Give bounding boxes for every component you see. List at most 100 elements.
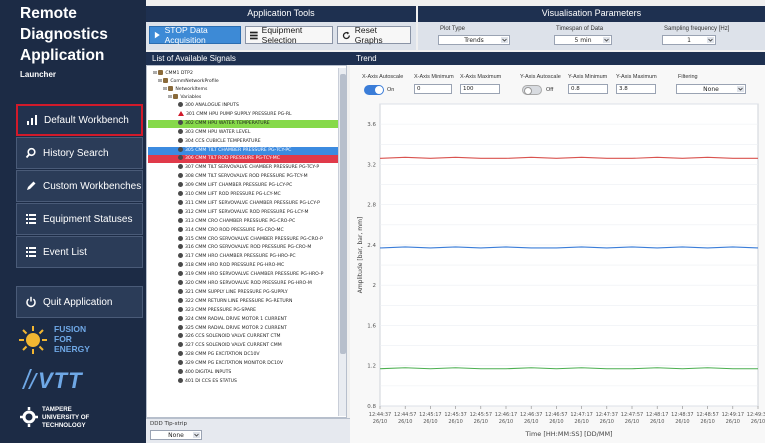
signal-list-item[interactable]: 309 CMM LIFT CHAMBER PRESSURE PG-LCY-PC <box>148 182 338 190</box>
sidebar: Remote Diagnostics Application Launcher … <box>0 0 146 443</box>
signal-list-item[interactable]: 319 CMM HRO SERVOVALVE CHAMBER PRESSURE … <box>148 271 338 279</box>
signal-list-item[interactable]: 315 CMM CRO SERVOVALVE CHAMBER PRESSURE … <box>148 235 338 244</box>
nav-default-workbench[interactable]: Default Workbench <box>16 104 143 136</box>
tree-folder-label: Variables <box>180 95 202 100</box>
signal-list-item[interactable]: 326 CCS SOLENOID VALVE CURRENT CTM <box>148 333 338 341</box>
signal-list-item[interactable]: 327 CCS SOLENOID VALVE CURRENT CMM <box>148 342 338 350</box>
tree-folder-label: CommNetworkProfile <box>170 79 219 84</box>
signal-label: 300 ANALOGUE INPUTS <box>185 103 239 108</box>
signal-status-icon <box>178 369 183 374</box>
x-tick-date-label: 26/10 <box>751 419 765 425</box>
signal-label: 304 CCS CUBICLE TEMPERATURE <box>185 138 261 144</box>
x-tick-date-label: 26/10 <box>373 419 387 425</box>
signal-list-item[interactable]: 314 CMM CRO ROD PRESSURE PG-CRO-MC <box>148 226 338 235</box>
timespan-select[interactable]: 5 min <box>554 35 612 45</box>
signal-list-item[interactable]: 324 CMM RADIAL DRIVE MOTOR 1 CURRENT <box>148 315 338 324</box>
stop-data-acquisition-button[interactable]: STOP Data Acquisition <box>149 25 241 45</box>
plot-type-label: Plot Type <box>440 26 465 32</box>
sampling-frequency-select[interactable]: 1 <box>662 35 716 45</box>
x-tick-time-label: 12:46:37 <box>520 412 542 418</box>
signal-list-item[interactable]: 313 CMM CRO CHAMBER PRESSURE PG-CRO-PC <box>148 217 338 226</box>
trend-chart[interactable]: 0.81.21.622.42.83.23.612:44:3726/1012:44… <box>350 98 765 443</box>
signal-list-item[interactable]: 302 CMM HPU WATER TEMPERATURE <box>148 119 338 128</box>
signal-list-item[interactable]: 400 DIGITAL INPUTS <box>148 369 338 377</box>
equipment-selection-button[interactable]: Equipment Selection <box>245 25 333 45</box>
signal-list-item[interactable]: 307 CMM TILT SERVOVALVE CHAMBER PRESSURE… <box>148 164 338 172</box>
nav-label: Default Workbench <box>44 114 129 126</box>
signal-status-icon <box>178 342 183 348</box>
signal-list-item[interactable]: 303 CMM HPU WATER LEVEL <box>148 128 338 137</box>
x-max-input[interactable]: 100 <box>460 84 500 94</box>
signal-list-item[interactable]: 306 CMM TILT ROD PRESSURE PG-TCY-MC <box>148 155 338 164</box>
filtering-label: Filtering <box>678 74 698 80</box>
signal-list-item[interactable]: 312 CMM LIFT SERVOVALVE ROD PRESSURE PG-… <box>148 208 338 217</box>
signals-tree: ⊟ CMM1 DTP2 ⊟ CommNetworkProfile ⊟ Network… <box>146 65 347 418</box>
signal-list-item[interactable]: 401 DI CCS ES STATUS <box>148 377 338 386</box>
signal-list-item[interactable]: 322 CMM RETURN LINE PRESSURE PG-RETURN <box>148 297 338 306</box>
y-max-input[interactable]: 3.8 <box>616 84 656 94</box>
nav-history-search[interactable]: History Search <box>16 137 143 169</box>
tree-folder-node[interactable]: ⊟ NetworkItems <box>163 86 207 94</box>
signals-scrollbar[interactable] <box>338 68 346 416</box>
y-min-input[interactable]: 0.8 <box>568 84 608 94</box>
signal-label: 313 CMM CRO CHAMBER PRESSURE PG-CRO-PC <box>185 218 296 224</box>
signal-status-icon <box>178 280 183 285</box>
nav-event-list[interactable]: Event List <box>16 236 143 268</box>
tampere-logo-line: TAMPERE <box>42 406 72 413</box>
trend-panel: X-Axis Autoscale On X-Axis Minimum 0 X-A… <box>350 65 765 443</box>
timespan-value: 5 min <box>574 36 592 44</box>
signal-label: 318 CMM HRO ROD PRESSURE PG-HRO-MC <box>185 263 285 269</box>
signal-list-item[interactable]: 304 CCS CUBICLE TEMPERATURE <box>148 137 338 146</box>
tip-strip-value: None <box>168 431 184 439</box>
warning-icon <box>178 110 184 116</box>
signal-list-item[interactable]: 308 CMM TILT SERVOVALVE ROD PRESSURE PG-… <box>148 173 338 181</box>
signal-list-item[interactable]: 321 CMM SUPPLY LINE PRESSURE PG-SUPPLY <box>148 288 338 297</box>
signal-list-item[interactable]: 305 CMM TILT CHAMBER PRESSURE PG-TCY-PC <box>148 146 338 155</box>
nav-label: History Search <box>43 147 109 159</box>
signal-list-item[interactable]: 301 CMM HPU PUMP SUPPLY PRESSURE PG-RL <box>148 110 338 119</box>
nav-custom-workbenches[interactable]: Custom Workbenches <box>16 170 143 202</box>
list-icon <box>19 213 43 225</box>
plot-type-select[interactable]: Trends <box>438 35 510 45</box>
tree-folder-node[interactable]: ⊟ CommNetworkProfile <box>158 78 219 86</box>
x-min-input[interactable]: 0 <box>414 84 452 94</box>
signal-list-item[interactable]: 329 CMM PG EXCITATION MONITOR DC10V <box>148 360 338 368</box>
signal-status-icon <box>178 244 183 250</box>
signal-label: 303 CMM HPU WATER LEVEL <box>185 129 251 135</box>
signal-list-item[interactable]: 317 CMM HRO CHAMBER PRESSURE PG-HRO-PC <box>148 253 338 261</box>
signal-list-item[interactable]: 325 CMM RADIAL DRIVE MOTOR 2 CURRENT <box>148 324 338 333</box>
quit-application-button[interactable]: Quit Application <box>16 286 143 318</box>
signal-status-icon <box>178 262 183 268</box>
y-tick-label: 1.6 <box>367 323 376 329</box>
tree-folder-node[interactable]: ⊟ CMM1 DTP2 <box>153 70 193 78</box>
x-tick-time-label: 12:47:57 <box>621 412 643 418</box>
nav-equipment-statuses[interactable]: Equipment Statuses <box>16 203 143 235</box>
signal-list-item[interactable]: 323 CMM PRESSURE PG-SPARE <box>148 306 338 315</box>
signal-label: 311 CMM LIFT SERVOVALVE CHAMBER PRESSURE… <box>185 200 320 206</box>
signal-status-icon <box>178 333 183 339</box>
signals-scrollbar-thumb[interactable] <box>340 74 346 354</box>
signal-label: 312 CMM LIFT SERVOVALVE ROD PRESSURE PG-… <box>185 209 309 215</box>
signal-label: 320 CMM HRO SERVOVALVE ROD PRESSURE PG-H… <box>185 281 312 286</box>
y-autoscale-toggle[interactable] <box>522 85 542 95</box>
filtering-select[interactable]: None <box>676 84 746 94</box>
fusion-logo-line: FUSION <box>54 324 87 334</box>
signal-status-icon <box>178 217 183 223</box>
signal-list-item[interactable]: 316 CMM CRO SERVOVALVE ROD PRESSURE PG-C… <box>148 244 338 252</box>
signal-status-icon <box>178 173 183 179</box>
signal-list-item[interactable]: 300 ANALOGUE INPUTS <box>148 102 338 110</box>
x-max-label: X-Axis Maximum <box>460 74 502 80</box>
x-autoscale-toggle[interactable] <box>364 85 384 95</box>
signal-list-item[interactable]: 328 CMM PG EXCITATION DC10V <box>148 351 338 359</box>
reset-graphs-button[interactable]: Reset Graphs <box>337 25 411 45</box>
stop-label: STOP Data Acquisition <box>164 25 208 45</box>
signal-list-item[interactable]: 310 CMM LIFT ROD PRESSURE PG-LCY-MC <box>148 191 338 199</box>
tree-folder-node[interactable]: ⊟ Variables <box>168 94 201 102</box>
tip-strip-select[interactable]: None <box>150 430 202 440</box>
plot-type-value: Trends <box>464 36 484 44</box>
signal-list-item[interactable]: 311 CMM LIFT SERVOVALVE CHAMBER PRESSURE… <box>148 199 338 208</box>
signal-status-icon <box>178 360 183 366</box>
signal-list-item[interactable]: 318 CMM HRO ROD PRESSURE PG-HRO-MC <box>148 262 338 270</box>
signal-list-item[interactable]: 320 CMM HRO SERVOVALVE ROD PRESSURE PG-H… <box>148 280 338 288</box>
timespan-label: Timespan of Data <box>556 26 604 32</box>
